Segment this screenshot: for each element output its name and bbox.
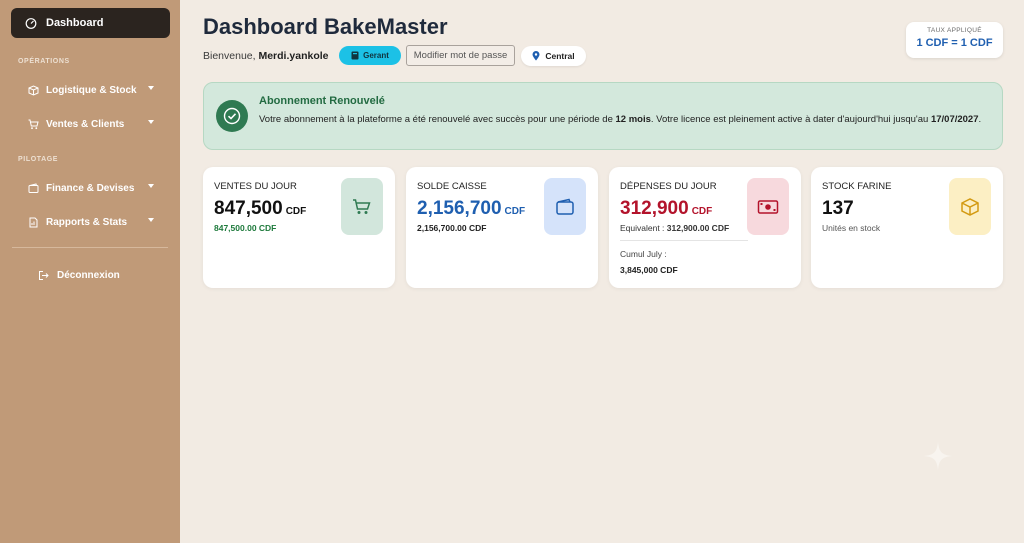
card-sub: 847,500.00 CDF bbox=[214, 223, 277, 233]
sidebar-item-finance[interactable]: Finance & Devises bbox=[28, 178, 158, 198]
chevron-down-icon bbox=[148, 218, 154, 222]
logout-label: Déconnexion bbox=[57, 269, 120, 281]
money-bill-icon bbox=[747, 178, 789, 235]
section-operations-label: OPÉRATIONS bbox=[18, 58, 70, 65]
change-password-button[interactable]: Modifier mot de passe bbox=[406, 45, 515, 66]
branch-selector[interactable]: Central bbox=[521, 46, 586, 66]
logout-icon bbox=[38, 269, 50, 281]
logout-button[interactable]: Déconnexion bbox=[38, 266, 120, 284]
rate-label: TAUX APPLIQUÉ bbox=[927, 27, 982, 34]
sidebar-item-label: Finance & Devises bbox=[46, 182, 135, 194]
exchange-rate-box: TAUX APPLIQUÉ 1 CDF = 1 CDF bbox=[906, 22, 1003, 58]
card-label: DÉPENSES DU JOUR bbox=[620, 181, 717, 192]
page-title: Dashboard BakeMaster bbox=[203, 14, 448, 39]
card-note-value: 3,845,000 CDF bbox=[620, 265, 678, 275]
card-unit: CDF bbox=[504, 206, 526, 217]
report-icon bbox=[28, 216, 40, 228]
chevron-down-icon bbox=[148, 120, 154, 124]
sidebar-item-reports[interactable]: Rapports & Stats bbox=[28, 212, 158, 232]
wallet-icon bbox=[544, 178, 586, 235]
sidebar-item-logistics[interactable]: Logistique & Stock bbox=[28, 80, 158, 100]
alert-period: 12 mois bbox=[615, 114, 651, 125]
username: Merdi.yankole bbox=[258, 50, 329, 62]
chevron-down-icon bbox=[148, 184, 154, 188]
cash-balance-card: SOLDE CAISSE 2,156,700 CDF 2,156,700.00 C… bbox=[406, 167, 598, 288]
sidebar-item-label: Rapports & Stats bbox=[46, 216, 128, 228]
card-amount: 847,500 bbox=[214, 198, 283, 219]
sparkle-icon bbox=[922, 440, 954, 472]
check-badge-icon bbox=[216, 100, 248, 132]
sales-today-card: VENTES DU JOUR 847,500 CDF 847,500.00 CDF bbox=[203, 167, 395, 288]
card-unit: CDF bbox=[691, 206, 713, 217]
gauge-icon bbox=[25, 16, 39, 30]
expenses-today-card: DÉPENSES DU JOUR 312,900 CDF Equivalent :… bbox=[609, 167, 801, 288]
alert-end-date: 17/07/2027 bbox=[930, 114, 979, 125]
card-value: 137 bbox=[822, 198, 854, 219]
rate-value: 1 CDF = 1 CDF bbox=[916, 37, 993, 49]
card-value: 312,900 CDF bbox=[620, 198, 712, 220]
chevron-down-icon bbox=[148, 86, 154, 90]
id-badge-icon bbox=[351, 51, 359, 60]
sidebar-item-label: Ventes & Clients bbox=[46, 118, 125, 130]
location-pin-icon bbox=[532, 51, 540, 61]
box-icon bbox=[28, 84, 40, 96]
card-sub: Equivalent : 312,900.00 CDF bbox=[620, 223, 729, 233]
alert-message: Votre abonnement à la plateforme a été r… bbox=[259, 112, 989, 127]
card-label: STOCK FARINE bbox=[822, 181, 892, 192]
sidebar-item-dashboard[interactable]: Dashboard bbox=[11, 8, 170, 38]
card-value: 2,156,700 CDF bbox=[417, 198, 525, 220]
welcome-prefix: Bienvenue, bbox=[203, 50, 256, 62]
role-label: Gerant bbox=[363, 51, 389, 60]
branch-label: Central bbox=[545, 51, 575, 61]
role-badge: Gerant bbox=[339, 46, 401, 65]
card-value: 847,500 CDF bbox=[214, 198, 306, 220]
alert-text-part: . Votre licence est pleinement active à … bbox=[650, 114, 931, 125]
subscription-alert: Abonnement Renouvelé Votre abonnement à … bbox=[203, 82, 1003, 150]
card-sub-prefix: Equivalent : bbox=[620, 223, 667, 233]
section-pilotage-label: PILOTAGE bbox=[18, 156, 59, 163]
card-amount: 2,156,700 bbox=[417, 198, 502, 219]
card-sub: Unités en stock bbox=[822, 223, 881, 233]
sidebar-item-sales[interactable]: Ventes & Clients bbox=[28, 114, 158, 134]
flour-stock-card: STOCK FARINE 137 Unités en stock bbox=[811, 167, 1003, 288]
sidebar-divider bbox=[12, 247, 168, 248]
cart-icon bbox=[28, 118, 40, 130]
card-sub: 2,156,700.00 CDF bbox=[417, 223, 487, 233]
sidebar: Dashboard OPÉRATIONS Logistique & Stock … bbox=[0, 0, 180, 543]
alert-title: Abonnement Renouvelé bbox=[259, 95, 385, 107]
alert-text-part: . bbox=[978, 114, 982, 125]
card-label: VENTES DU JOUR bbox=[214, 181, 297, 192]
card-divider bbox=[620, 240, 748, 241]
alert-text-part: Votre abonnement à la plateforme a été r… bbox=[259, 114, 616, 125]
card-unit: CDF bbox=[285, 206, 307, 217]
card-note: Cumul July : bbox=[620, 249, 667, 259]
sidebar-item-label: Dashboard bbox=[46, 17, 104, 29]
sidebar-item-label: Logistique & Stock bbox=[46, 84, 137, 96]
wallet-icon bbox=[28, 182, 40, 194]
welcome-text: Bienvenue, Merdi.yankole bbox=[203, 50, 329, 62]
box-icon bbox=[949, 178, 991, 235]
card-sub-value: 312,900.00 CDF bbox=[666, 223, 730, 233]
card-label: SOLDE CAISSE bbox=[417, 181, 487, 192]
card-amount: 312,900 bbox=[620, 198, 689, 219]
cart-icon bbox=[341, 178, 383, 235]
